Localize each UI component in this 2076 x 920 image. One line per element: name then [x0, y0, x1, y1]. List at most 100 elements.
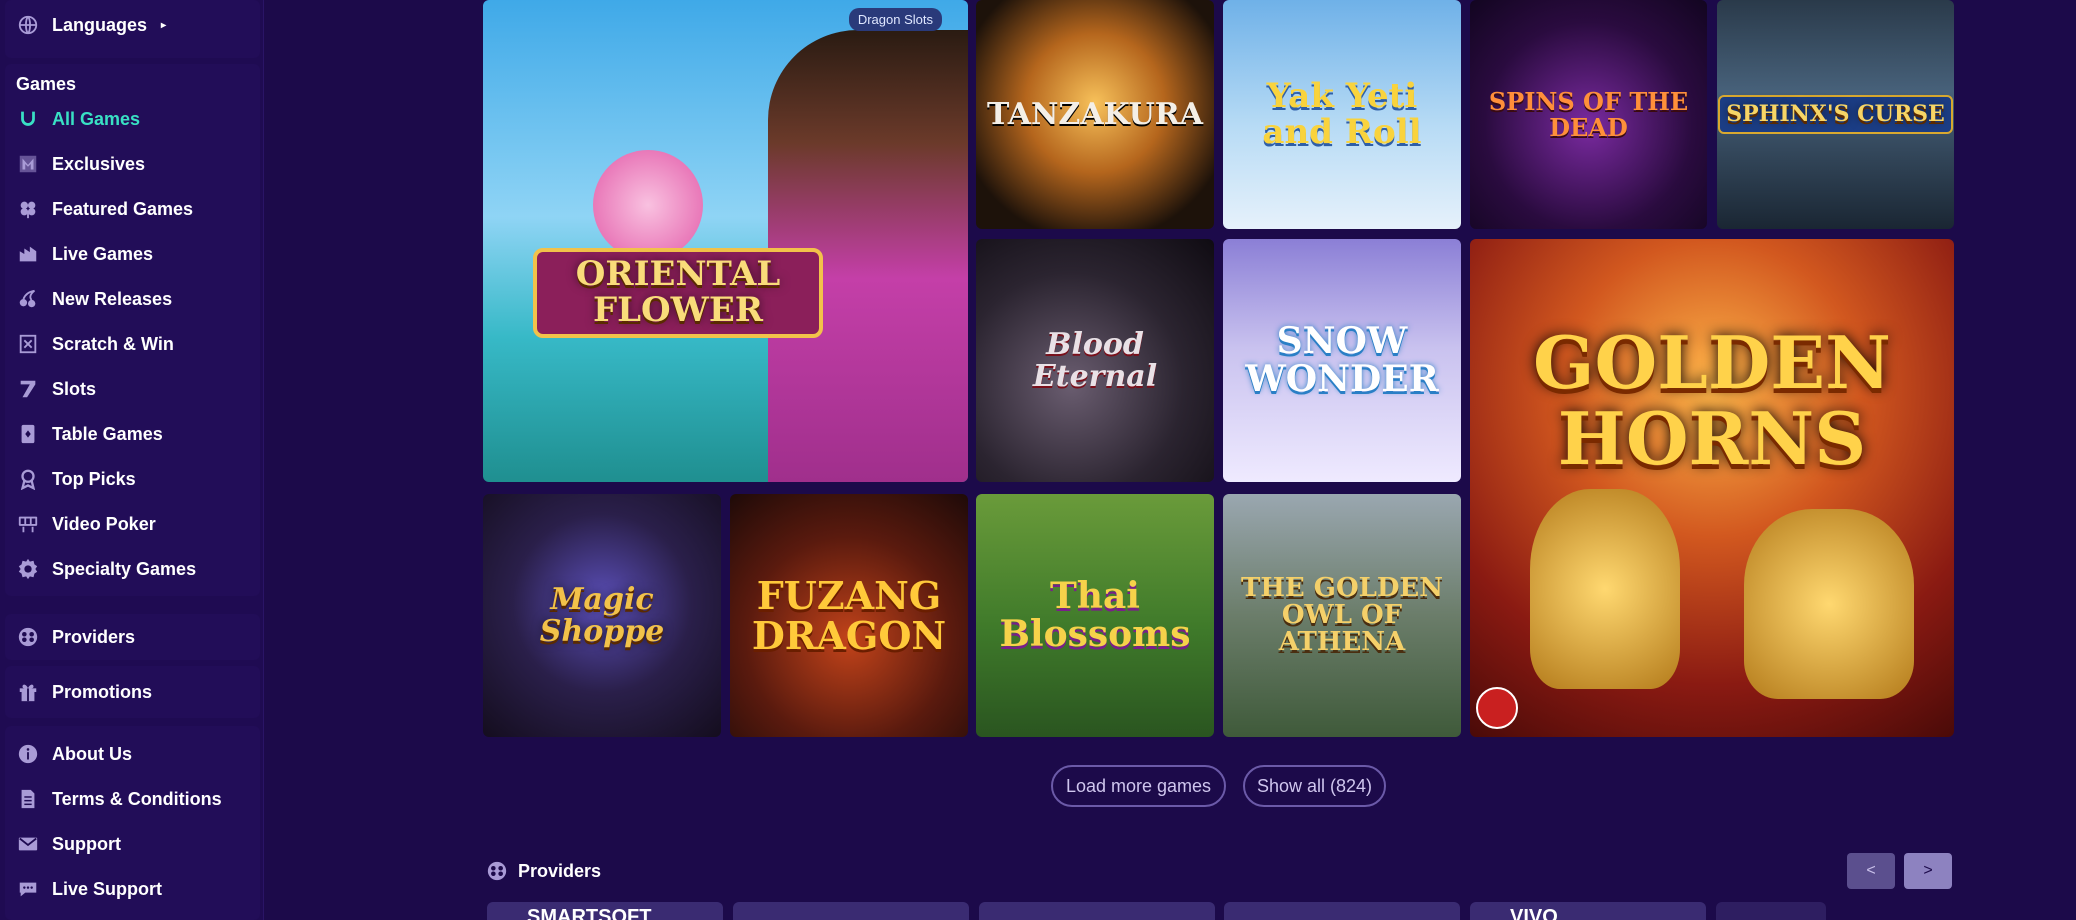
- providers-next-button[interactable]: >: [1904, 853, 1952, 889]
- sidebar-item-label: Exclusives: [52, 153, 146, 174]
- providers-prev-button[interactable]: <: [1847, 853, 1895, 889]
- sidebar-item-live-support[interactable]: Live Support: [16, 874, 162, 904]
- sidebar-item-top-picks[interactable]: Top Picks: [16, 464, 136, 494]
- gear-icon: [16, 557, 40, 581]
- game-tile-magic-shoppe[interactable]: Magic Shoppe: [483, 494, 721, 737]
- live-icon: [16, 242, 40, 266]
- award-icon: [16, 467, 40, 491]
- sidebar-item-label: About Us: [52, 743, 132, 764]
- sidebar-item-label: Top Picks: [52, 468, 136, 489]
- sidebar-item-label: Live Support: [52, 878, 163, 899]
- game-title: Magic Shoppe: [539, 582, 665, 649]
- sidebar-item-support[interactable]: Support: [16, 829, 121, 859]
- provider-card[interactable]: SMARTSOFT: [487, 902, 723, 920]
- providers-icon: [486, 860, 508, 882]
- sidebar-item-table-games[interactable]: Table Games: [16, 419, 163, 449]
- game-title: SPINS OF THE DEAD: [1488, 87, 1689, 142]
- gift-icon: [16, 680, 40, 704]
- sidebar-item-all-games[interactable]: All Games: [16, 104, 140, 134]
- sidebar-item-providers[interactable]: Providers: [16, 622, 135, 652]
- games-heading: Games: [16, 74, 77, 94]
- document-icon: [16, 787, 40, 811]
- sidebar-item-slots[interactable]: Slots: [16, 374, 96, 404]
- sidebar-item-new-releases[interactable]: New Releases: [16, 284, 172, 314]
- game-title: FUZANG DRAGON: [751, 572, 947, 658]
- game-title: ORIENTAL FLOWER: [533, 248, 823, 338]
- caret-right-icon: ▸: [161, 19, 167, 31]
- sidebar-item-terms-conditions[interactable]: Terms & Conditions: [16, 784, 222, 814]
- sidebar-item-label: Featured Games: [52, 198, 194, 219]
- sidebar-item-label: New Releases: [52, 288, 173, 309]
- game-tile-blood-eternal[interactable]: Blood Eternal: [976, 239, 1214, 482]
- dragon-logo-icon: [1476, 687, 1518, 729]
- game-tile-yak-yeti-roll[interactable]: Yak Yeti and Roll: [1223, 0, 1461, 229]
- languages-selector[interactable]: Languages ▸: [16, 10, 166, 40]
- horseshoe-icon: [16, 107, 40, 131]
- provider-card[interactable]: [1716, 902, 1826, 920]
- sidebar-item-exclusives[interactable]: Exclusives: [16, 149, 145, 179]
- game-title: GOLDEN HORNS: [1533, 320, 1891, 481]
- games-menu: Games All Games Exclusives Featured Game…: [5, 64, 260, 596]
- sidebar-item-promotions[interactable]: Promotions: [16, 677, 152, 707]
- game-tile-sphinxs-curse[interactable]: SPHINX'S CURSE: [1717, 0, 1954, 229]
- providers-block: Providers: [5, 614, 260, 660]
- game-tile-golden-horns[interactable]: GOLDEN HORNS: [1470, 239, 1954, 737]
- game-title: TANZAKURA: [987, 96, 1203, 132]
- sidebar-item-label: Support: [52, 833, 121, 854]
- seven-icon: [16, 377, 40, 401]
- providers-title: Providers: [518, 860, 602, 881]
- game-tile-fuzang-dragon[interactable]: FUZANG DRAGON: [730, 494, 968, 737]
- sidebar-item-label: All Games: [52, 108, 141, 129]
- sidebar-item-label: Slots: [52, 378, 97, 399]
- cherries-icon: [16, 287, 40, 311]
- languages-label: Languages: [52, 14, 148, 35]
- game-tile-spins-of-the-dead[interactable]: SPINS OF THE DEAD: [1470, 0, 1707, 229]
- game-tile-oriental-flower[interactable]: ORIENTAL FLOWER Dragon Slots: [483, 0, 968, 482]
- poker-machine-icon: [16, 512, 40, 536]
- sidebar-item-label: Video Poker: [52, 513, 156, 534]
- sidebar-item-label: Providers: [52, 626, 136, 647]
- game-title: Yak Yeti and Roll: [1262, 75, 1422, 152]
- clover-icon: [16, 197, 40, 221]
- chat-icon: [16, 877, 40, 901]
- exclusive-icon: [16, 152, 40, 176]
- sidebar-item-label: Scratch & Win: [52, 333, 174, 354]
- sidebar-item-label: Terms & Conditions: [52, 788, 222, 809]
- game-tile-snow-wonder[interactable]: SNOW WONDER: [1223, 239, 1461, 482]
- game-tile-golden-owl-athena[interactable]: THE GOLDEN OWL OF ATHENA: [1223, 494, 1461, 737]
- sidebar-item-label: Specialty Games: [52, 558, 197, 579]
- sidebar-item-specialty-games[interactable]: Specialty Games: [16, 554, 196, 584]
- globe-icon: [16, 13, 40, 37]
- lotus-flower: [593, 150, 703, 260]
- playing-card-icon: [16, 422, 40, 446]
- sidebar-item-about-us[interactable]: About Us: [16, 739, 132, 769]
- provider-card[interactable]: VIVO: [1470, 902, 1706, 920]
- game-tile-tanzakura[interactable]: TANZAKURA: [976, 0, 1214, 229]
- sidebar-item-featured-games[interactable]: Featured Games: [16, 194, 193, 224]
- providers-icon: [16, 625, 40, 649]
- sidebar-item-scratch-win[interactable]: Scratch & Win: [16, 329, 174, 359]
- provider-card[interactable]: [979, 902, 1215, 920]
- scratch-card-icon: [16, 332, 40, 356]
- mail-icon: [16, 832, 40, 856]
- provider-badge: Dragon Slots: [848, 8, 942, 31]
- sidebar-item-label: Table Games: [52, 423, 163, 444]
- providers-heading: Providers: [486, 860, 601, 882]
- golden-bull-right: [1744, 509, 1914, 699]
- promotions-block: Promotions: [5, 666, 260, 718]
- game-title: THE GOLDEN OWL OF ATHENA: [1240, 572, 1444, 658]
- sidebar-item-live-games[interactable]: Live Games: [16, 239, 153, 269]
- show-all-button[interactable]: Show all (824): [1243, 765, 1386, 807]
- info-block: About Us Terms & Conditions Support Live…: [5, 726, 260, 920]
- sidebar-item-video-poker[interactable]: Video Poker: [16, 509, 156, 539]
- load-more-games-button[interactable]: Load more games: [1051, 765, 1226, 807]
- game-title: Blood Eternal: [1032, 327, 1158, 394]
- game-tile-thai-blossoms[interactable]: Thai Blossoms: [976, 494, 1214, 737]
- provider-card[interactable]: [733, 902, 969, 920]
- provider-card[interactable]: [1224, 902, 1460, 920]
- info-icon: [16, 742, 40, 766]
- sidebar: Languages ▸ Games All Games Exclusives Fe…: [0, 0, 264, 920]
- game-title: Thai Blossoms: [999, 574, 1191, 655]
- sidebar-item-label: Promotions: [52, 681, 153, 702]
- game-title: SPHINX'S CURSE: [1718, 94, 1953, 135]
